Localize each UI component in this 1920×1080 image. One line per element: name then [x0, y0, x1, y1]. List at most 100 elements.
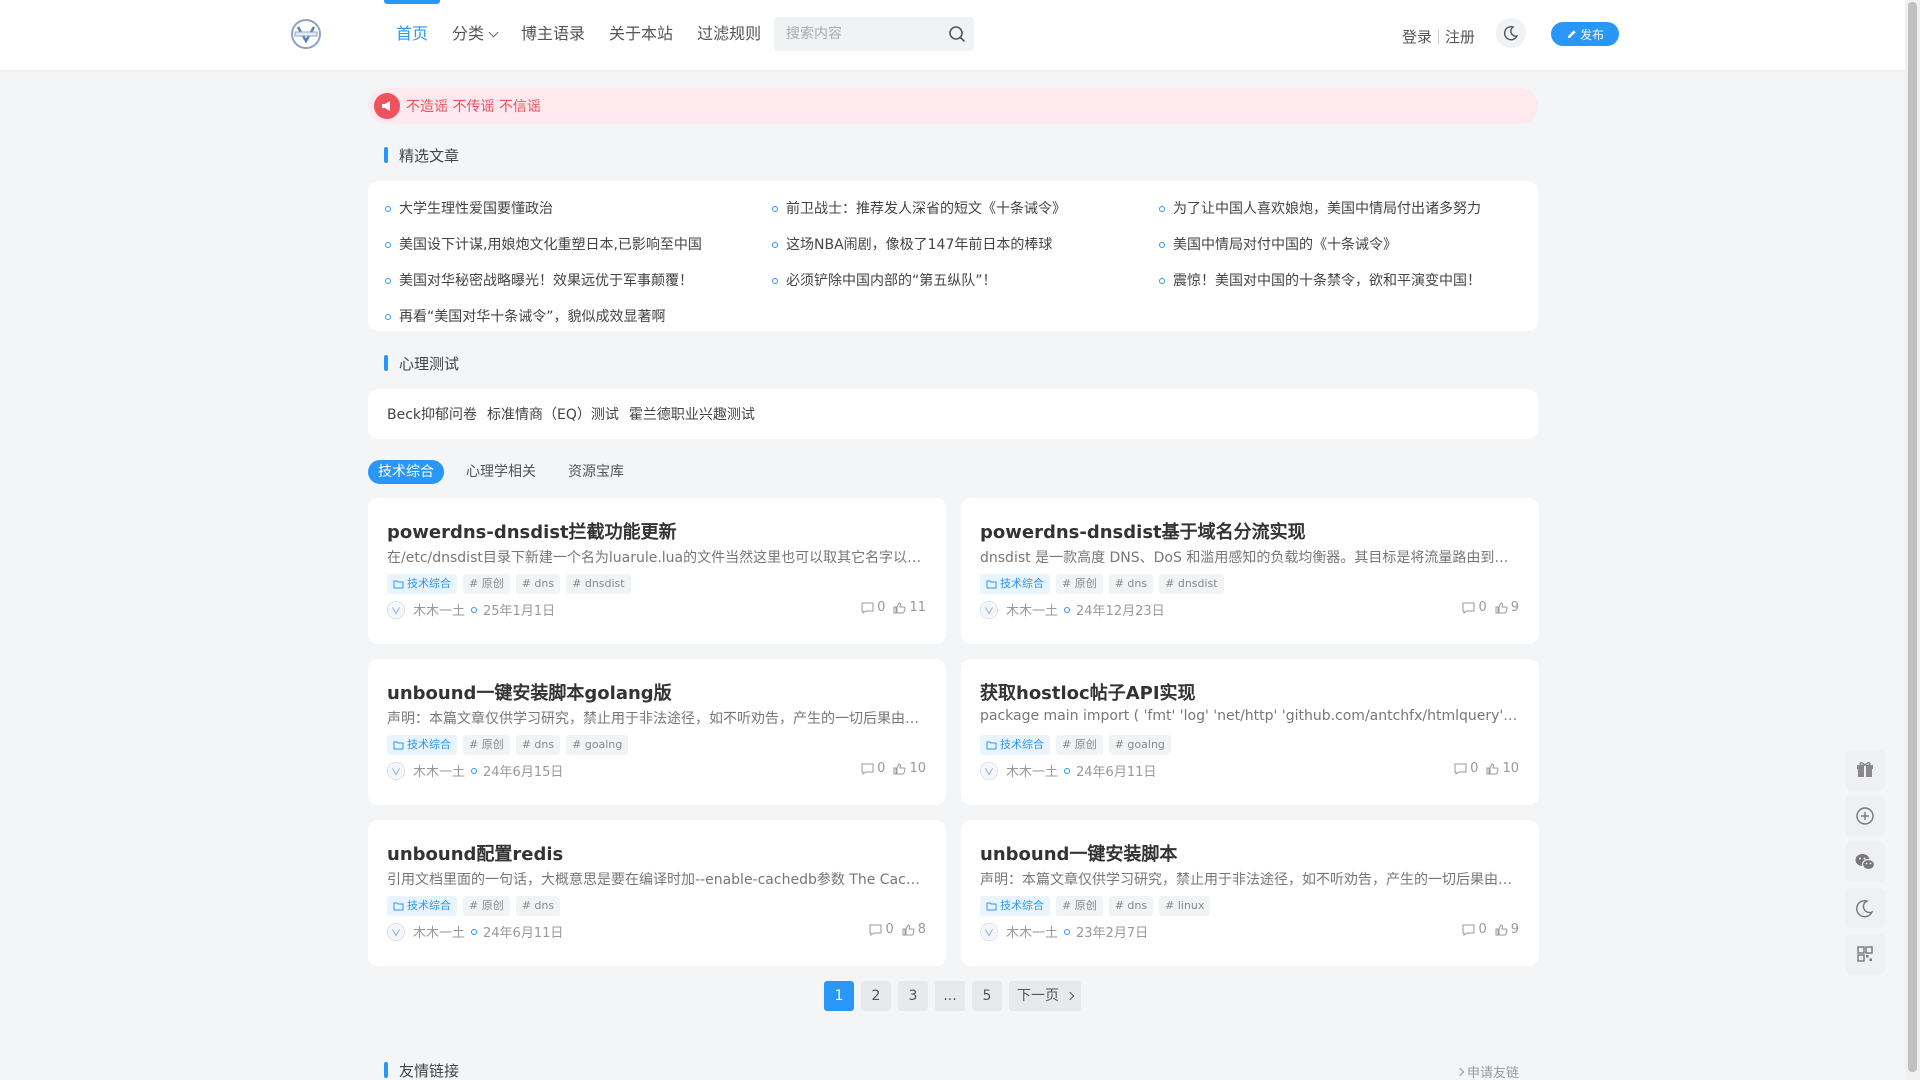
like-count[interactable]: 9 — [1495, 600, 1519, 615]
post-card[interactable]: unbound一键安装脚本golang版 声明：本篇文章仅供学习研究，禁止用于非… — [368, 659, 946, 805]
post-author[interactable]: 木木一土 — [1006, 922, 1058, 941]
post-tag[interactable]: # dns — [515, 735, 561, 755]
featured-article-link[interactable]: 再看“美国对华十条诫令”，貌似成效显著啊 — [385, 299, 772, 335]
apply-friend-link[interactable]: 申请友链 — [1455, 1062, 1519, 1080]
post-title[interactable]: unbound一键安装脚本golang版 — [387, 679, 672, 705]
nav-item-category[interactable]: 分类 — [440, 0, 509, 70]
publish-button[interactable]: 发布 — [1551, 22, 1619, 46]
post-author[interactable]: 木木一土 — [413, 922, 465, 941]
like-count-value: 9 — [1510, 600, 1519, 615]
post-author[interactable]: 木木一土 — [413, 761, 465, 780]
post-meta: 木木一土 24年6月11日 — [980, 761, 1156, 780]
nav-item-filter-rules[interactable]: 过滤规则 — [685, 0, 773, 70]
post-tag[interactable]: # 原创 — [463, 574, 510, 594]
featured-article-link[interactable]: 必须铲除中国内部的“第五纵队”！ — [772, 263, 1159, 299]
search-icon[interactable] — [948, 25, 966, 43]
post-author[interactable]: 木木一土 — [1006, 600, 1058, 619]
post-title[interactable]: unbound配置redis — [387, 840, 563, 866]
category-tag[interactable]: 技术综合 — [387, 574, 457, 594]
avatar[interactable] — [387, 761, 405, 780]
like-count[interactable]: 10 — [893, 761, 926, 776]
post-tag[interactable]: # goalng — [1108, 735, 1171, 755]
avatar[interactable] — [980, 922, 998, 941]
post-tag[interactable]: # linux — [1159, 896, 1211, 916]
category-tag[interactable]: 技术综合 — [980, 735, 1050, 755]
nav-label: 关于本站 — [609, 24, 674, 43]
qrcode-button[interactable] — [1845, 934, 1885, 974]
post-tag[interactable]: # 原创 — [1056, 735, 1103, 755]
featured-article-link[interactable]: 前卫战士：推荐发人深省的短文《十条诫令》 — [772, 191, 1159, 227]
post-tag[interactable]: # 原创 — [463, 735, 510, 755]
site-logo[interactable] — [290, 18, 322, 50]
post-card[interactable]: powerdns-dnsdist拦截功能更新 在/etc/dnsdist目录下新… — [368, 498, 946, 644]
avatar[interactable] — [980, 600, 998, 619]
dark-mode-float-button[interactable] — [1845, 888, 1885, 928]
post-tag[interactable]: # goalng — [566, 735, 629, 755]
featured-article-link[interactable]: 大学生理性爱国要懂政治 — [385, 191, 772, 227]
login-link[interactable]: 登录 — [1402, 26, 1432, 47]
tab-tech[interactable]: 技术综合 — [368, 460, 444, 484]
page-button-5[interactable]: 5 — [972, 981, 1002, 1011]
featured-article-link[interactable]: 为了让中国人喜欢娘炮，美国中情局付出诸多努力 — [1159, 191, 1546, 227]
post-tag[interactable]: # dns — [1108, 896, 1154, 916]
pencil-icon — [1567, 29, 1576, 38]
post-card[interactable]: powerdns-dnsdist基于域名分流实现 dnsdist 是一款高度 D… — [961, 498, 1539, 644]
post-tag[interactable]: # 原创 — [463, 896, 510, 916]
featured-section-title: 精选文章 — [384, 145, 459, 165]
search-input[interactable] — [774, 17, 934, 51]
scrollbar-thumb[interactable] — [1908, 2, 1917, 1072]
post-tag[interactable]: # dns — [515, 574, 561, 594]
post-title[interactable]: powerdns-dnsdist拦截功能更新 — [387, 518, 677, 544]
tab-psychology[interactable]: 心理学相关 — [456, 460, 546, 484]
nav-item-quotes[interactable]: 博主语录 — [509, 0, 597, 70]
post-card[interactable]: unbound配置redis 引用文档里面的一句话，大概意思是要在编译时加--e… — [368, 820, 946, 966]
featured-article-link[interactable]: 美国中情局对付中国的《十条诫令》 — [1159, 227, 1546, 263]
category-tag[interactable]: 技术综合 — [387, 735, 457, 755]
category-label: 技术综合 — [1000, 738, 1044, 751]
like-count[interactable]: 8 — [902, 922, 926, 937]
category-tag[interactable]: 技术综合 — [387, 896, 457, 916]
page-button-2[interactable]: 2 — [861, 981, 891, 1011]
post-card[interactable]: unbound一键安装脚本 声明：本篇文章仅供学习研究，禁止用于非法途径，如不听… — [961, 820, 1539, 966]
featured-article-link[interactable]: 美国设下计谋,用娘炮文化重塑日本,已影响至中国 — [385, 227, 772, 263]
comment-count: 0 — [861, 600, 885, 615]
featured-article-link[interactable]: 这场NBA闹剧，像极了147年前日本的棒球 — [772, 227, 1159, 263]
nav-item-about[interactable]: 关于本站 — [597, 0, 685, 70]
category-tag[interactable]: 技术综合 — [980, 574, 1050, 594]
add-button[interactable] — [1845, 796, 1885, 836]
like-count[interactable]: 10 — [1486, 761, 1519, 776]
featured-article-link[interactable]: 美国对华秘密战略曝光！效果远优于军事颠覆！ — [385, 263, 772, 299]
post-title[interactable]: powerdns-dnsdist基于域名分流实现 — [980, 518, 1306, 544]
post-title[interactable]: unbound一键安装脚本 — [980, 840, 1177, 866]
avatar[interactable] — [980, 761, 998, 780]
like-count[interactable]: 11 — [893, 600, 926, 615]
post-card[interactable]: 获取hostloc帖子API实现 package main import ( '… — [961, 659, 1539, 805]
post-tag[interactable]: # dnsdist — [566, 574, 631, 594]
register-link[interactable]: 注册 — [1445, 26, 1475, 47]
post-tag[interactable]: # dnsdist — [1159, 574, 1224, 594]
dark-mode-toggle[interactable] — [1496, 18, 1526, 48]
avatar[interactable] — [387, 922, 405, 941]
post-tag[interactable]: # 原创 — [1056, 574, 1103, 594]
post-author[interactable]: 木木一土 — [1006, 761, 1058, 780]
post-title[interactable]: 获取hostloc帖子API实现 — [980, 679, 1196, 705]
page-button-3[interactable]: 3 — [898, 981, 928, 1011]
category-tag[interactable]: 技术综合 — [980, 896, 1050, 916]
post-tag[interactable]: # 原创 — [1056, 896, 1103, 916]
page-button-1[interactable]: 1 — [824, 981, 854, 1011]
page-scrollbar[interactable] — [1905, 0, 1920, 1080]
psych-test-link-beck[interactable]: Beck抑郁问卷 — [387, 404, 477, 424]
nav-item-home[interactable]: 首页 — [384, 0, 441, 70]
avatar[interactable] — [387, 600, 405, 619]
next-page-button[interactable]: 下一页 — [1009, 981, 1082, 1011]
featured-article-link[interactable]: 震惊！美国对中国的十条禁令，欲和平演变中国！ — [1159, 263, 1546, 299]
post-author[interactable]: 木木一土 — [413, 600, 465, 619]
psych-test-link-holland[interactable]: 霍兰德职业兴趣测试 — [629, 404, 755, 424]
post-tag[interactable]: # dns — [515, 896, 561, 916]
tab-resources[interactable]: 资源宝库 — [558, 460, 634, 484]
psych-test-link-eq[interactable]: 标准情商（EQ）测试 — [487, 404, 619, 424]
wechat-button[interactable] — [1845, 842, 1885, 882]
gift-button[interactable] — [1845, 750, 1885, 790]
like-count[interactable]: 9 — [1495, 922, 1519, 937]
post-tag[interactable]: # dns — [1108, 574, 1154, 594]
